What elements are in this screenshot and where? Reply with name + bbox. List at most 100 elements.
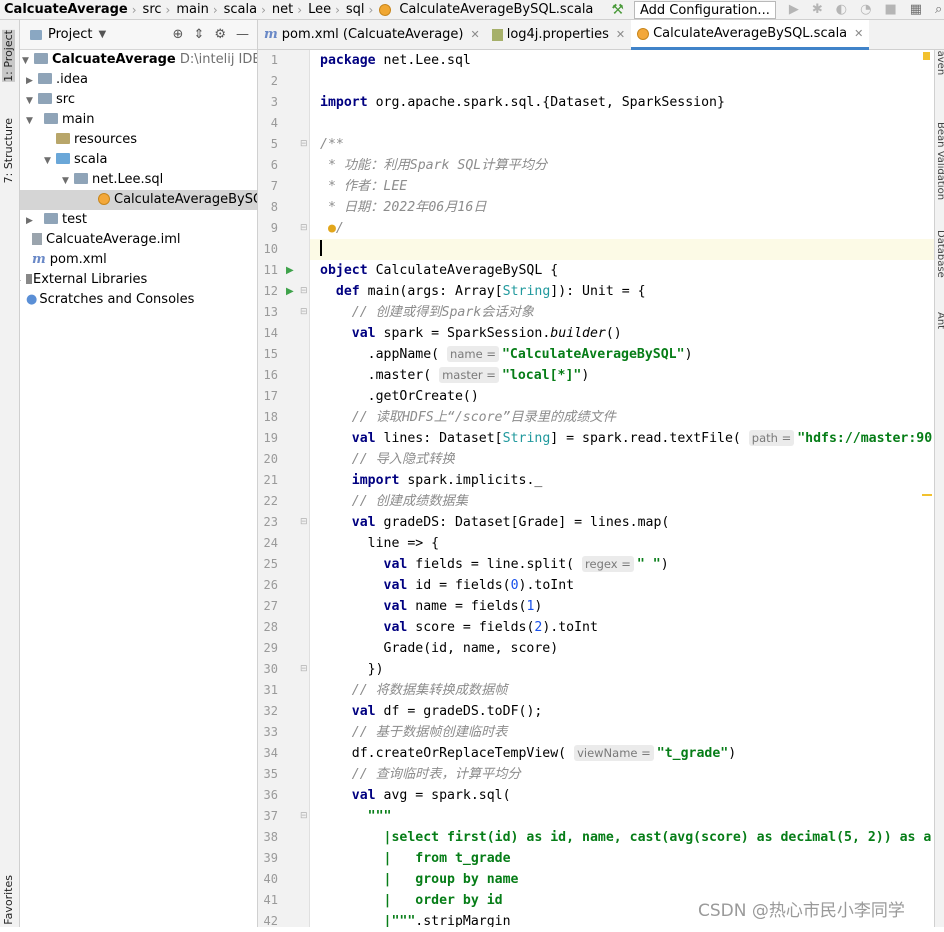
code-line[interactable]: import org.apache.spark.sql.{Dataset, Sp…: [310, 92, 934, 113]
code-line[interactable]: val avg = spark.sql(: [310, 785, 934, 806]
breadcrumb-net[interactable]: net: [268, 2, 295, 17]
bean-validation-tool-tab[interactable]: Bean Validation: [935, 122, 944, 200]
breadcrumb-lee[interactable]: Lee: [304, 2, 333, 17]
profile-icon[interactable]: ◔: [860, 2, 871, 17]
error-stripe-mark[interactable]: [922, 494, 932, 496]
add-configuration-button[interactable]: Add Configuration...: [633, 0, 776, 19]
run-icon[interactable]: ▶: [789, 2, 799, 17]
close-icon[interactable]: ✕: [854, 19, 863, 49]
code-line[interactable]: import spark.implicits._: [310, 470, 934, 491]
structure-tool-tab[interactable]: 7: Structure: [2, 118, 15, 183]
code-line[interactable]: line => {: [310, 533, 934, 554]
code-line[interactable]: """: [310, 806, 934, 827]
code-line[interactable]: val id = fields(0).toInt: [310, 575, 934, 596]
code-line[interactable]: val name = fields(1): [310, 596, 934, 617]
code-line[interactable]: .appName( name = "CalculateAverageBySQL"): [310, 344, 934, 365]
project-view-selector[interactable]: Project: [48, 27, 92, 42]
coverage-icon[interactable]: ◐: [836, 2, 847, 17]
code-line[interactable]: Grade(id, name, score): [310, 638, 934, 659]
code-line[interactable]: val fields = line.split( regex = " "): [310, 554, 934, 575]
code-line[interactable]: [310, 113, 934, 134]
fold-icon[interactable]: ⊟: [300, 659, 308, 680]
code-line[interactable]: // 导入隐式转换: [310, 449, 934, 470]
tree-item-scratches[interactable]: ● Scratches and Consoles: [20, 290, 257, 310]
expand-arrow-icon[interactable]: ▼: [22, 51, 34, 71]
code-line[interactable]: [310, 71, 934, 92]
expand-arrow-icon[interactable]: ▼: [44, 151, 56, 171]
expand-arrow-icon[interactable]: ▼: [26, 111, 38, 131]
code-line[interactable]: // 读取HDFS上“/score”目录里的成绩文件: [310, 407, 934, 428]
breadcrumb-main[interactable]: main: [172, 2, 210, 17]
breadcrumb-src[interactable]: src: [139, 2, 164, 17]
code-line[interactable]: // 将数据集转换成数据帧: [310, 680, 934, 701]
collapsed-arrow-icon[interactable]: ▶: [26, 71, 38, 91]
tree-item-scala[interactable]: ▼ scala: [20, 150, 257, 171]
close-icon[interactable]: ✕: [471, 20, 480, 50]
fold-icon[interactable]: ⊟: [300, 218, 308, 239]
warning-indicator-icon[interactable]: [923, 52, 930, 60]
fold-icon[interactable]: ⊟: [300, 134, 308, 155]
code-line[interactable]: // 创建或得到Spark会话对象: [310, 302, 934, 323]
code-line[interactable]: .master( master = "local[*]"): [310, 365, 934, 386]
code-line[interactable]: [310, 239, 934, 260]
tab-log4j-properties[interactable]: log4j.properties ✕: [486, 20, 631, 50]
collapsed-arrow-icon[interactable]: ▶: [26, 211, 38, 231]
project-tool-tab[interactable]: 1: Project: [2, 30, 15, 82]
code-line[interactable]: ●/: [310, 218, 934, 239]
tree-item-idea[interactable]: ▶ .idea: [20, 70, 257, 91]
database-tool-tab[interactable]: Database: [935, 230, 944, 278]
project-structure-icon[interactable]: ▦: [910, 2, 922, 17]
code-line[interactable]: | group by name: [310, 869, 934, 890]
code-line[interactable]: val score = fields(2).toInt: [310, 617, 934, 638]
code-line[interactable]: // 查询临时表，计算平均分: [310, 764, 934, 785]
debug-icon[interactable]: ✱: [812, 2, 823, 17]
maven-tool-tab[interactable]: Maven: [935, 50, 944, 75]
tree-item-test[interactable]: ▶ test: [20, 210, 257, 231]
code-line[interactable]: // 创建成绩数据集: [310, 491, 934, 512]
tree-item-package[interactable]: ▼ net.Lee.sql: [20, 170, 257, 191]
expand-arrow-icon[interactable]: ▼: [26, 91, 38, 111]
fold-icon[interactable]: ⊟: [300, 512, 308, 533]
tree-item-resources[interactable]: resources: [20, 130, 257, 150]
code-line[interactable]: // 基于数据帧创建临时表: [310, 722, 934, 743]
code-line[interactable]: val gradeDS: Dataset[Grade] = lines.map(: [310, 512, 934, 533]
code-line[interactable]: object CalculateAverageBySQL {: [310, 260, 934, 281]
code-line[interactable]: val spark = SparkSession.builder(): [310, 323, 934, 344]
code-line[interactable]: * 日期：2022年06月16日: [310, 197, 934, 218]
fold-icon[interactable]: ⊟: [300, 806, 308, 827]
code-line[interactable]: df.createOrReplaceTempView( viewName = "t…: [310, 743, 934, 764]
tree-item-src[interactable]: ▼ src: [20, 90, 257, 111]
code-line[interactable]: * 功能：利用Spark SQL计算平均分: [310, 155, 934, 176]
breadcrumb-sql[interactable]: sql: [342, 2, 367, 17]
locate-icon[interactable]: ⊕: [173, 27, 184, 42]
code-line[interactable]: |select first(id) as id, name, cast(avg(…: [310, 827, 934, 848]
close-icon[interactable]: ✕: [616, 20, 625, 50]
code-line[interactable]: * 作者：LEE: [310, 176, 934, 197]
run-gutter-icon[interactable]: ▶: [286, 281, 294, 302]
code-line[interactable]: def main(args: Array[String]): Unit = {: [310, 281, 934, 302]
tree-item-external-libraries[interactable]: ▶External Libraries: [20, 270, 257, 290]
expand-arrow-icon[interactable]: ▼: [62, 171, 74, 191]
ant-tool-tab[interactable]: Ant: [935, 312, 944, 329]
tab-calculate-average-by-sql[interactable]: CalculateAverageBySQL.scala ✕: [631, 19, 870, 50]
code-line[interactable]: }): [310, 659, 934, 680]
breadcrumb-project[interactable]: CalcuateAverage: [0, 2, 130, 17]
gear-icon[interactable]: ⚙: [214, 27, 226, 42]
favorites-tool-tab[interactable]: Favorites: [2, 875, 15, 925]
collapse-all-icon[interactable]: ⇕: [193, 27, 204, 42]
build-hammer-icon[interactable]: ⚒: [611, 2, 624, 18]
code-line[interactable]: package net.Lee.sql: [310, 50, 934, 71]
tree-item-pom[interactable]: m pom.xml: [20, 250, 257, 270]
breadcrumb-scala[interactable]: scala: [220, 2, 259, 17]
fold-icon[interactable]: ⊟: [300, 281, 308, 302]
tree-item-main[interactable]: ▼ main: [20, 110, 257, 131]
chevron-down-icon[interactable]: ▼: [98, 29, 106, 40]
tree-item-project-root[interactable]: ▼ CalcuateAverage D:\intelij IDEA\Calcua: [20, 50, 257, 71]
tab-pom-xml[interactable]: m pom.xml (CalcuateAverage) ✕: [258, 20, 486, 50]
code-editor[interactable]: package net.Lee.sql import org.apache.spa…: [310, 50, 934, 927]
code-line[interactable]: | from t_grade: [310, 848, 934, 869]
code-line[interactable]: val lines: Dataset[String] = spark.read.…: [310, 428, 934, 449]
code-line[interactable]: /**: [310, 134, 934, 155]
run-gutter-icon[interactable]: ▶: [286, 260, 294, 281]
editor-gutter[interactable]: 1 2 3 4 5 ⊟ 6 7 8 9 ⊟ 10 11 ▶ 12 ▶ ⊟ 13 ⊟ 14 15 16 17 18 19 20 21 2…: [258, 50, 310, 928]
